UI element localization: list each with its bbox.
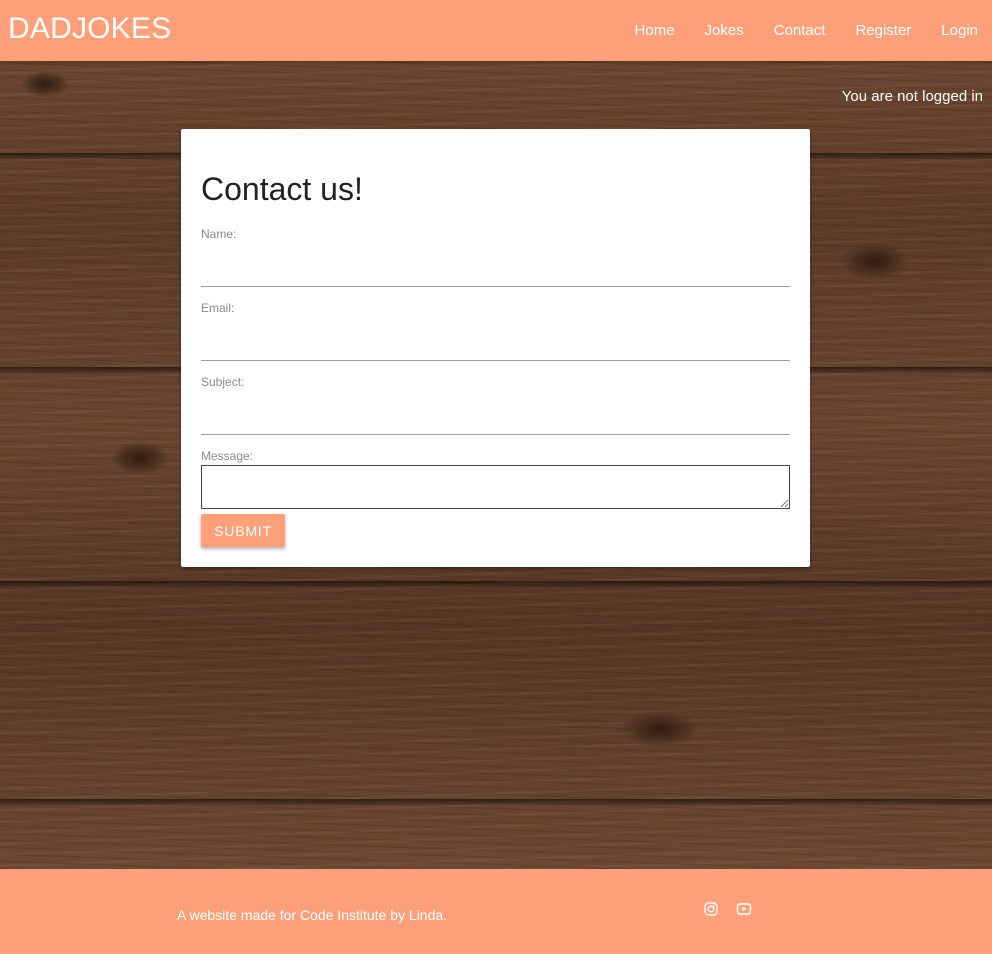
contact-card: Contact us! Name: Email: Subject: Messag… [181, 129, 810, 567]
wood-knot [20, 71, 70, 97]
message-label: Message: [201, 449, 254, 463]
page-title: Contact us! [201, 171, 363, 207]
subject-label: Subject: [201, 375, 245, 389]
nav-link-home[interactable]: Home [621, 0, 689, 61]
message-field[interactable] [201, 465, 790, 509]
footer-credit-text: A website made for Code Institute by Lin… [177, 907, 448, 923]
instagram-icon[interactable] [703, 901, 719, 917]
wood-knot [840, 241, 910, 281]
nav-link-register[interactable]: Register [841, 0, 925, 61]
submit-button[interactable]: SUBMIT [201, 514, 285, 547]
nav-link-login[interactable]: Login [927, 0, 992, 61]
wood-knot [110, 441, 170, 475]
name-field[interactable] [201, 253, 790, 287]
nav-link-jokes[interactable]: Jokes [691, 0, 758, 61]
name-label: Name: [201, 227, 237, 241]
footer: A website made for Code Institute by Lin… [0, 869, 992, 954]
youtube-icon[interactable] [736, 901, 752, 917]
login-status-text: You are not logged in [841, 88, 983, 105]
nav-link-contact[interactable]: Contact [760, 0, 840, 61]
subject-field[interactable] [201, 401, 790, 435]
email-field[interactable] [201, 327, 790, 361]
navbar: DADJOKES Home Jokes Contact Register Log… [0, 0, 992, 61]
brand-logo-link[interactable]: DADJOKES [8, 12, 171, 46]
wood-knot [620, 711, 700, 747]
email-label: Email: [201, 301, 235, 315]
plank-divider [0, 581, 992, 587]
plank-divider [0, 799, 992, 805]
nav-links: Home Jokes Contact Register Login [619, 0, 992, 61]
